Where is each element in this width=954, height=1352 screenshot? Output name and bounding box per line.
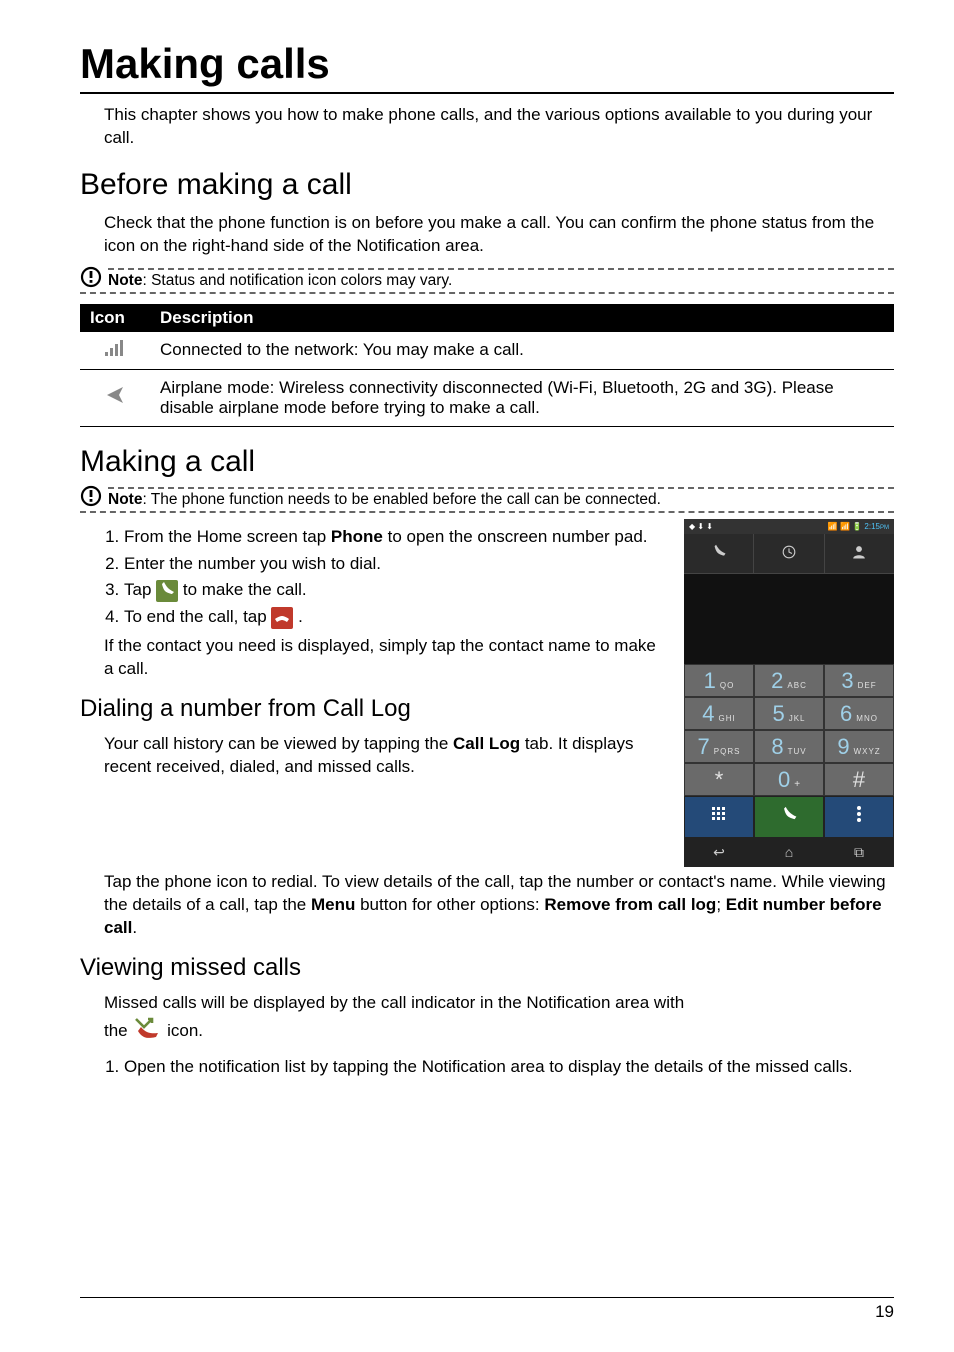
bottom-actions	[684, 796, 894, 838]
before-text: Check that the phone function is on befo…	[104, 212, 894, 258]
phone-end-icon	[271, 607, 293, 629]
key-star[interactable]: *	[684, 763, 754, 796]
missed-steps: Open the notification list by tapping th…	[104, 1055, 894, 1079]
status-right: 📶 📶 🔋 2:15PM	[828, 522, 889, 531]
status-bar: ◆ ⬇ ⬇ 📶 📶 🔋 2:15PM	[684, 519, 894, 534]
tab-recent[interactable]	[754, 534, 824, 573]
nav-back[interactable]: ↩	[684, 838, 754, 867]
nav-home[interactable]: ⌂	[754, 838, 824, 867]
missed-call-icon	[134, 1017, 160, 1046]
alert-icon	[80, 266, 102, 293]
keypad-toggle-button[interactable]	[684, 796, 754, 838]
signal-icon	[105, 341, 125, 360]
overflow-button[interactable]	[824, 796, 894, 838]
list-item: From the Home screen tap Phone to open t…	[124, 525, 670, 549]
missed-p2: the icon.	[104, 1017, 894, 1046]
key-hash[interactable]: #	[824, 763, 894, 796]
table-row: Airplane mode: Wireless connectivity dis…	[80, 369, 894, 426]
tab-contacts[interactable]	[825, 534, 894, 573]
page-number: 19	[875, 1302, 894, 1321]
calllog-p1: Your call history can be viewed by tappi…	[104, 733, 670, 779]
phone-screenshot: ◆ ⬇ ⬇ 📶 📶 🔋 2:15PM 1QO	[684, 519, 894, 867]
missed-p1: Missed calls will be displayed by the ca…	[104, 992, 894, 1015]
keypad: 1QO 2ABC 3DEF 4GHI 5JKL 6MNO 7PQRS 8TUV …	[684, 664, 894, 796]
airplane-icon	[105, 390, 125, 409]
table-header-icon: Icon	[80, 304, 150, 332]
key-9[interactable]: 9WXYZ	[824, 730, 894, 763]
table-cell-desc: Connected to the network: You may make a…	[150, 332, 894, 370]
key-1[interactable]: 1QO	[684, 664, 754, 697]
intro-text: This chapter shows you how to make phone…	[104, 104, 894, 150]
note-text: Note: The phone function needs to be ena…	[108, 491, 894, 509]
key-6[interactable]: 6MNO	[824, 697, 894, 730]
list-item: Open the notification list by tapping th…	[124, 1055, 894, 1079]
nav-bar: ↩ ⌂ ⧉	[684, 838, 894, 867]
list-item: Tap to make the call.	[124, 578, 670, 602]
phone-dial-icon	[156, 580, 178, 602]
tab-dialer[interactable]	[684, 534, 754, 573]
number-display	[684, 574, 894, 664]
note-text: Note: Status and notification icon color…	[108, 272, 894, 290]
key-0[interactable]: 0+	[754, 763, 824, 796]
icon-table: Icon Description Connected to the networ…	[80, 304, 894, 427]
table-row: Connected to the network: You may make a…	[80, 332, 894, 370]
page-footer: 19	[80, 1297, 894, 1322]
list-item: To end the call, tap .	[124, 605, 670, 629]
section-before-heading: Before making a call	[80, 168, 894, 202]
key-5[interactable]: 5JKL	[754, 697, 824, 730]
key-3[interactable]: 3DEF	[824, 664, 894, 697]
table-header-desc: Description	[150, 304, 894, 332]
dial-button[interactable]	[754, 796, 824, 838]
key-7[interactable]: 7PQRS	[684, 730, 754, 763]
section-calllog-heading: Dialing a number from Call Log	[80, 695, 670, 723]
alert-icon	[80, 485, 102, 512]
nav-recent[interactable]: ⧉	[824, 838, 894, 867]
note-box: Note: Status and notification icon color…	[80, 268, 894, 294]
contact-text: If the contact you need is displayed, si…	[104, 635, 670, 681]
table-cell-desc: Airplane mode: Wireless connectivity dis…	[150, 369, 894, 426]
list-item: Enter the number you wish to dial.	[124, 552, 670, 576]
key-4[interactable]: 4GHI	[684, 697, 754, 730]
note-box: Note: The phone function needs to be ena…	[80, 487, 894, 513]
section-making-heading: Making a call	[80, 445, 894, 479]
status-left-icons: ◆ ⬇ ⬇	[689, 522, 713, 531]
key-8[interactable]: 8TUV	[754, 730, 824, 763]
page-title: Making calls	[80, 40, 894, 94]
phone-tabs	[684, 534, 894, 574]
section-missed-heading: Viewing missed calls	[80, 954, 894, 982]
key-2[interactable]: 2ABC	[754, 664, 824, 697]
calllog-p2: Tap the phone icon to redial. To view de…	[104, 871, 894, 940]
steps-list: From the Home screen tap Phone to open t…	[104, 525, 670, 629]
